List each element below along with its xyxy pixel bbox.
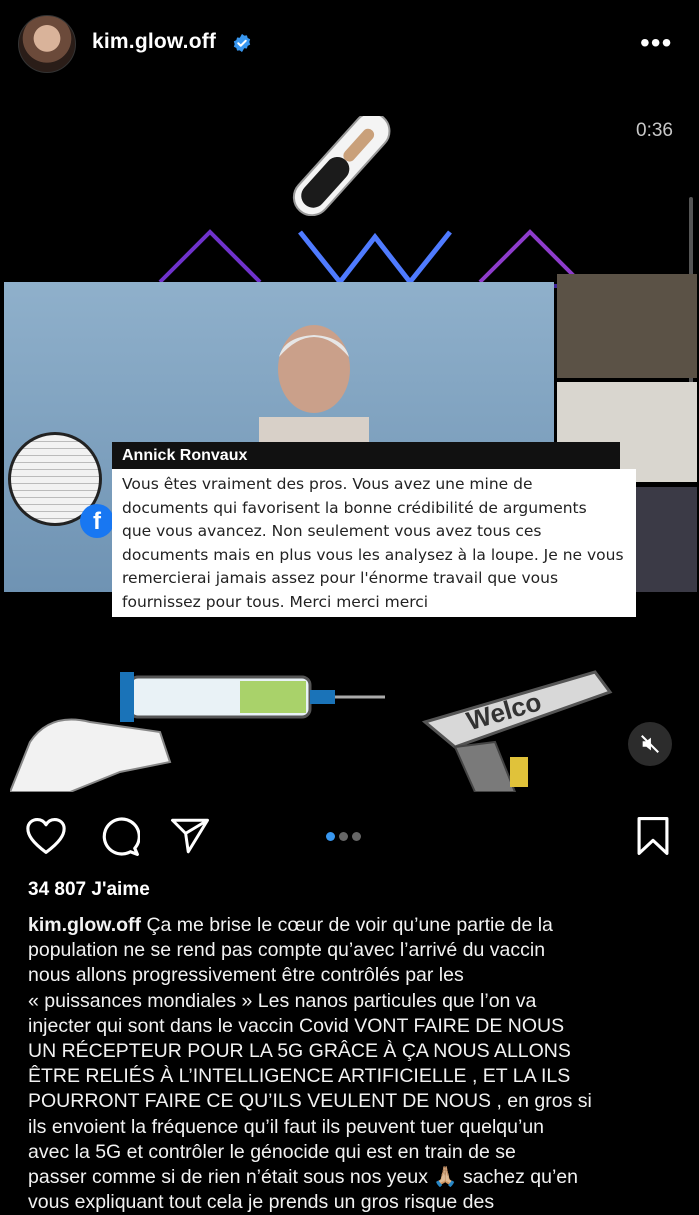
facebook-icon: f	[80, 504, 114, 538]
username[interactable]: kim.glow.off	[92, 30, 216, 54]
caption-line: « puissances mondiales » Les nanos parti…	[28, 989, 537, 1012]
comment-line: que vous avancez. Non seulement vous ave…	[122, 522, 542, 540]
caption-line: avec la 5G et contrôler le génocide qui …	[28, 1140, 516, 1163]
avatar[interactable]	[18, 15, 76, 73]
verified-icon	[233, 33, 251, 53]
speaker-figure	[259, 325, 369, 447]
likes-count[interactable]: 34 807 J'aime	[28, 879, 150, 901]
caption-username[interactable]: kim.glow.off	[28, 914, 141, 936]
caption-line: ÊTRE RELIÉS À L’INTELLIGENCE ARTIFICIELL…	[28, 1065, 571, 1088]
like-button[interactable]	[24, 814, 68, 858]
carousel-dot	[352, 832, 361, 841]
scanner-illustration: Welco	[421, 670, 613, 792]
share-button[interactable]	[168, 814, 212, 858]
participant-tile	[557, 274, 697, 378]
comment-text-box: Vous êtes vraiment des pros. Vous avez u…	[112, 469, 636, 617]
caption-line: injecter qui sont dans le vaccin Covid V…	[28, 1014, 565, 1037]
caption-line: population ne se rend pas compte qu’avec…	[28, 939, 546, 962]
carousel-dot	[339, 832, 348, 841]
mute-button[interactable]	[628, 722, 672, 766]
bookmark-icon	[637, 817, 669, 855]
bookmark-button[interactable]	[631, 814, 675, 858]
comment-line: Vous êtes vraiment des pros. Vous avez u…	[122, 475, 533, 493]
comment-icon	[102, 817, 140, 856]
more-icon[interactable]: •••	[640, 29, 672, 57]
post-caption: kim.glow.off Ça me brise le cœur de voir…	[28, 913, 678, 1215]
comment-line: documents qui favorisent la bonne crédib…	[122, 498, 587, 517]
post-video[interactable]: 0:36 f Annick Ronvaux Vous êtes vraiment…	[0, 92, 699, 792]
comment-button[interactable]	[97, 814, 141, 858]
caption-line: ils envoient la fréquence qu’il faut ils…	[28, 1115, 545, 1138]
comment-line: documents mais en plus vous les analysez…	[122, 545, 624, 564]
caption-line: nous allons progressivement être contrôl…	[28, 964, 464, 987]
caption-line: POURRONT FAIRE CE QU’ILS VEULENT DE NOUS…	[28, 1090, 592, 1113]
commenter-name: Annick Ronvaux	[112, 442, 620, 469]
caption-line: UN RÉCEPTEUR POUR LA 5G GRÂCE À ÇA NOUS …	[28, 1040, 571, 1063]
caption-line: vous expliquant tout cela je prends un g…	[28, 1191, 495, 1214]
carousel-indicator	[326, 828, 365, 846]
mute-icon	[641, 735, 659, 753]
share-icon	[171, 818, 209, 854]
caption-line: Ça me brise le cœur de voir qu’une parti…	[146, 914, 553, 936]
nano-capsule-illustration	[292, 116, 391, 216]
syringe-illustration	[10, 672, 385, 792]
caption-line: passer comme si de rien n’était sous nos…	[28, 1166, 578, 1189]
post-header: kim.glow.off •••	[0, 0, 699, 90]
comment-line: remercierai jamais assez pour l'énorme t…	[122, 569, 559, 587]
comment-line: fournissez pour tous. Merci merci merci	[122, 592, 429, 611]
carousel-dot-active	[326, 832, 335, 841]
heart-icon	[26, 818, 66, 854]
video-timer: 0:36	[636, 120, 673, 141]
